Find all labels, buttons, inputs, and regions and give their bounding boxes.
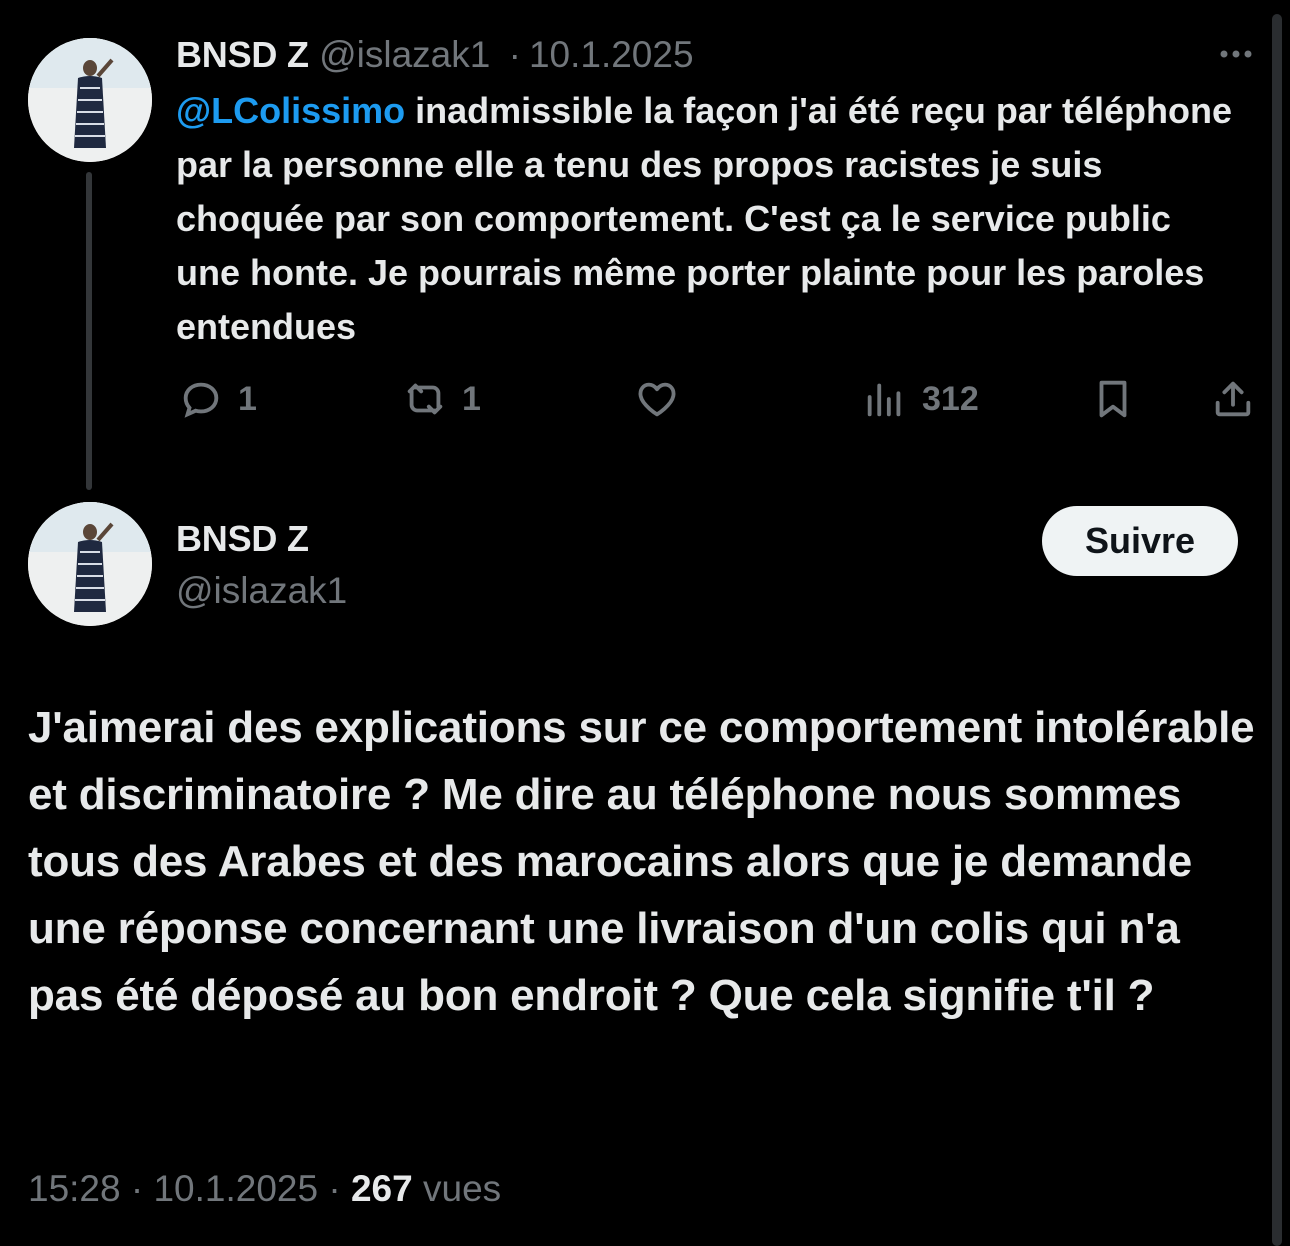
like-button[interactable] (634, 376, 694, 422)
views-count: 267 (350, 1168, 413, 1209)
avatar-image (28, 502, 152, 626)
handle[interactable]: @islazak1 (319, 34, 490, 75)
share-icon (1215, 381, 1251, 417)
like-icon (638, 382, 676, 417)
views-icon (867, 383, 901, 417)
scrollbar[interactable] (1272, 14, 1282, 1246)
display-name[interactable]: BNSD Z (176, 34, 309, 75)
repost-count: 1 (462, 379, 481, 418)
separator: · (130, 1168, 144, 1209)
repost-button[interactable]: 1 (402, 376, 481, 422)
tweet-text: @LColissimo inadmissible la façon j'ai é… (176, 84, 1236, 354)
tweet-time[interactable]: 15:28 (28, 1168, 121, 1209)
reply-icon (183, 382, 219, 418)
repost-icon (407, 383, 443, 415)
share-button[interactable] (1210, 376, 1256, 422)
tweet-date[interactable]: 10.1.2025 (153, 1168, 318, 1209)
follow-button[interactable]: Suivre (1042, 506, 1238, 576)
tweet-date[interactable]: 10.1.2025 (529, 34, 694, 75)
avatar[interactable] (28, 38, 152, 162)
separator: · (328, 1168, 341, 1209)
reply-button[interactable]: 1 (178, 376, 257, 422)
more-icon[interactable] (1212, 30, 1260, 78)
display-name[interactable]: BNSD Z (176, 518, 309, 560)
avatar-image (28, 38, 152, 162)
main-tweet-text: J'aimerai des explications sur ce compor… (28, 703, 1255, 1020)
views-label: vues (423, 1168, 502, 1209)
bookmark-icon (1099, 380, 1127, 418)
reply-count: 1 (238, 379, 257, 418)
bookmark-button[interactable] (1090, 376, 1136, 422)
tweet-meta: 15:28 · 10.1.2025 · 267 vues (28, 1168, 501, 1210)
handle[interactable]: @islazak1 (176, 570, 347, 612)
separator: · (508, 34, 521, 75)
views-button[interactable]: 312 (862, 376, 979, 422)
views-count: 312 (922, 379, 979, 418)
mention-link[interactable]: @LColissimo (176, 90, 405, 131)
thread-line (86, 172, 92, 490)
tweet-header: BNSD Z @islazak1 · 10.1.2025 (176, 34, 694, 76)
avatar[interactable] (28, 502, 152, 626)
